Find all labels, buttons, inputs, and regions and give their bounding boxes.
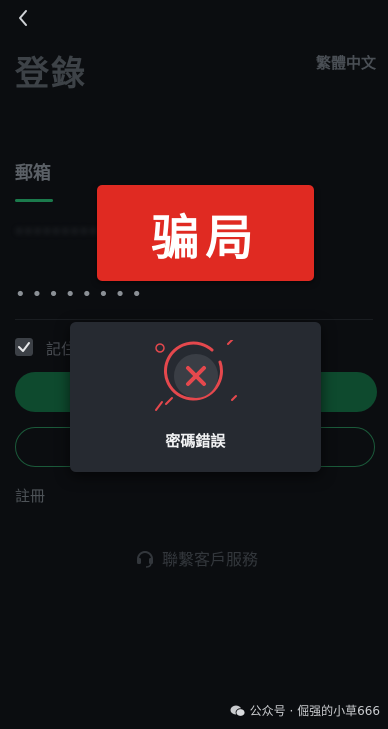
headset-icon bbox=[137, 551, 153, 568]
language-selector[interactable]: 繁體中文 bbox=[316, 52, 376, 73]
register-link[interactable]: 註冊 bbox=[15, 485, 45, 506]
page-title: 登錄 bbox=[15, 54, 87, 94]
remember-checkbox[interactable] bbox=[15, 338, 33, 356]
dialog-message: 密碼錯誤 bbox=[165, 432, 226, 450]
watermark-text: 公众号 · 倔强的小草666 bbox=[249, 704, 380, 718]
wechat-icon bbox=[230, 705, 246, 717]
back-button[interactable] bbox=[12, 6, 36, 30]
divider bbox=[15, 319, 373, 320]
error-x-icon bbox=[155, 340, 237, 411]
tab-underline bbox=[15, 199, 53, 202]
check-icon bbox=[18, 342, 30, 352]
chevron-left-icon bbox=[19, 10, 27, 26]
contact-support-label: 聯繫客戶服務 bbox=[162, 550, 259, 569]
contact-support-link[interactable]: 聯繫客戶服務 bbox=[134, 546, 258, 570]
error-dialog: 密碼錯誤 bbox=[70, 322, 321, 472]
password-field[interactable]: •••••••• bbox=[15, 284, 373, 308]
watermark: 公众号 · 倔强的小草666 bbox=[230, 702, 380, 719]
tab-email[interactable]: 郵箱 bbox=[15, 159, 51, 185]
scam-warning-banner: 骗局 bbox=[97, 185, 314, 281]
